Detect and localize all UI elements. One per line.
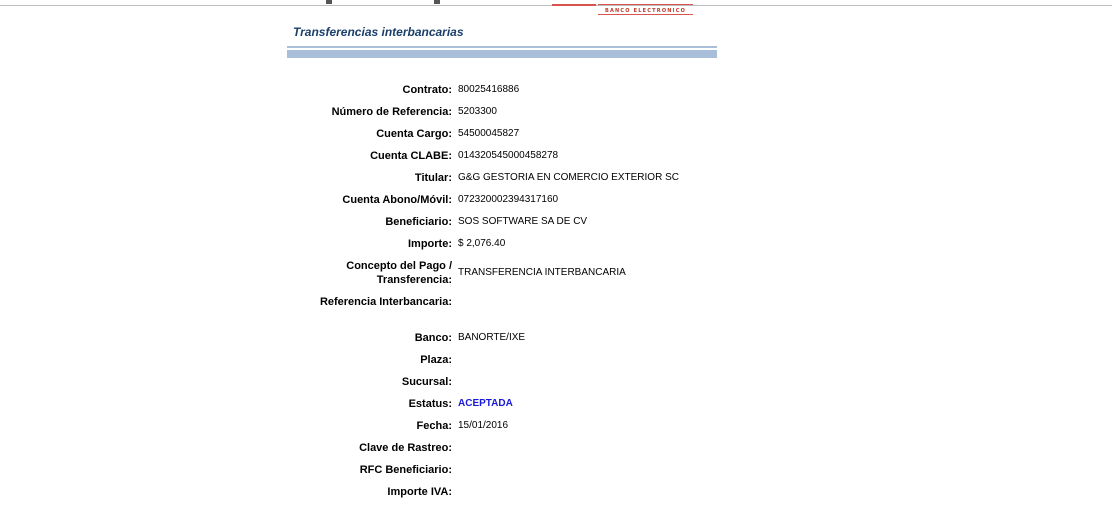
detail-label: Número de Referencia: bbox=[331, 106, 452, 118]
detail-value: 5203300 bbox=[458, 106, 497, 117]
detail-label: Estatus: bbox=[408, 398, 452, 410]
detail-value: TRANSFERENCIA INTERBANCARIA bbox=[458, 267, 626, 278]
detail-label: Cuenta Cargo: bbox=[376, 128, 452, 140]
detail-value: 15/01/2016 bbox=[458, 420, 509, 431]
detail-value: 014320545000458278 bbox=[458, 150, 559, 161]
detail-value: 54500045827 bbox=[458, 128, 520, 139]
detail-label: Cuenta CLABE: bbox=[370, 150, 452, 162]
detail-label: Sucursal: bbox=[401, 376, 452, 388]
logo-stripe bbox=[552, 4, 596, 6]
title-divider-bar bbox=[287, 50, 717, 58]
detail-value: $ 2,076.40 bbox=[458, 238, 506, 249]
detail-label: Titular: bbox=[414, 172, 452, 184]
detail-value: BANORTE/IXE bbox=[458, 332, 526, 343]
page-title: Transferencias interbancarias bbox=[293, 25, 464, 39]
detail-label: Importe IVA: bbox=[387, 486, 452, 498]
detail-label: Beneficiario: bbox=[385, 216, 452, 228]
clipped-header-fragment bbox=[326, 0, 332, 4]
title-divider bbox=[287, 46, 717, 48]
detail-label: RFC Beneficiario: bbox=[359, 464, 452, 476]
detail-label: Cuenta Abono/Móvil: bbox=[342, 194, 452, 206]
detail-label: Referencia Interbancaria: bbox=[319, 296, 452, 308]
detail-label: Plaza: bbox=[420, 354, 452, 366]
clipped-header-fragment bbox=[434, 0, 440, 4]
detail-value: 80025416886 bbox=[458, 84, 520, 95]
detail-value: G&G GESTORIA EN COMERCIO EXTERIOR SC bbox=[458, 172, 679, 183]
status-value: ACEPTADA bbox=[458, 398, 513, 409]
detail-label: Banco: bbox=[414, 332, 452, 344]
detail-label: Contrato: bbox=[402, 84, 453, 96]
detail-label: Importe: bbox=[408, 238, 452, 250]
detail-label: Clave de Rastreo: bbox=[359, 442, 452, 454]
detail-label: Concepto del Pago / Transferencia: bbox=[346, 260, 452, 286]
detail-value: SOS SOFTWARE SA DE CV bbox=[458, 216, 588, 227]
logo-stripe bbox=[598, 14, 693, 15]
detail-value: 072320002394317160 bbox=[458, 194, 559, 205]
detail-label: Fecha: bbox=[416, 420, 452, 432]
logo-stripe bbox=[598, 4, 693, 5]
